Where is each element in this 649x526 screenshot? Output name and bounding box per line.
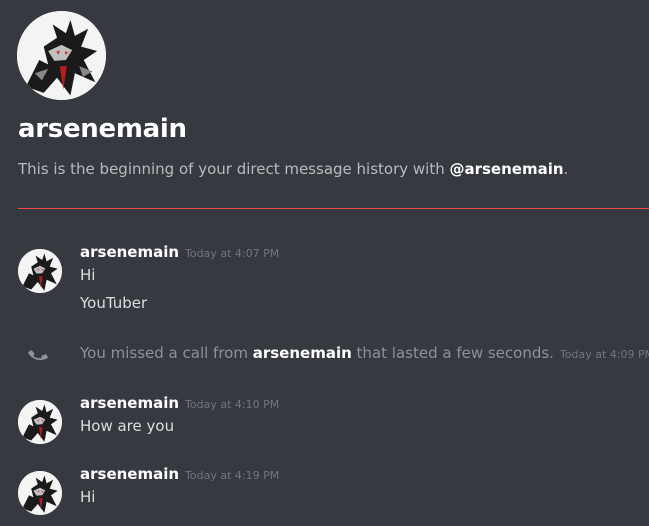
message-text: How are you [80, 417, 175, 435]
message-text: YouTuber [80, 294, 148, 312]
message-group: arsenemain Today at 4:10 PM How are you [0, 394, 649, 450]
message-group: arsenemain Today at 4:19 PM Hi [0, 465, 649, 521]
intro-mention[interactable]: @arsenemain [449, 160, 563, 178]
call-timestamp: Today at 4:09 PM [559, 348, 649, 361]
message-author[interactable]: arsenemain Today at 4:19 PM [80, 465, 279, 483]
message-timestamp: Today at 4:07 PM [185, 247, 280, 260]
message-group: arsenemain Today at 4:07 PM Hi YouTuber [0, 243, 649, 323]
message-text: Hi [80, 488, 96, 506]
message-text: Hi [80, 266, 96, 284]
avatar[interactable] [17, 11, 106, 100]
page-title: arsenemain [18, 114, 187, 144]
avatar[interactable] [18, 249, 62, 293]
caller-name[interactable]: arsenemain [253, 344, 352, 362]
message-timestamp: Today at 4:10 PM [185, 398, 280, 411]
avatar[interactable] [18, 471, 62, 515]
missed-call-notice: You missed a call from arsenemain that l… [0, 341, 649, 367]
dm-intro-text: This is the beginning of your direct mes… [18, 160, 569, 178]
new-messages-divider [18, 208, 649, 209]
phone-icon [28, 350, 48, 361]
avatar[interactable] [18, 400, 62, 444]
missed-call-text: You missed a call from arsenemain that l… [80, 344, 649, 362]
message-author[interactable]: arsenemain Today at 4:07 PM [80, 243, 279, 261]
message-author[interactable]: arsenemain Today at 4:10 PM [80, 394, 279, 412]
message-timestamp: Today at 4:19 PM [185, 469, 280, 482]
